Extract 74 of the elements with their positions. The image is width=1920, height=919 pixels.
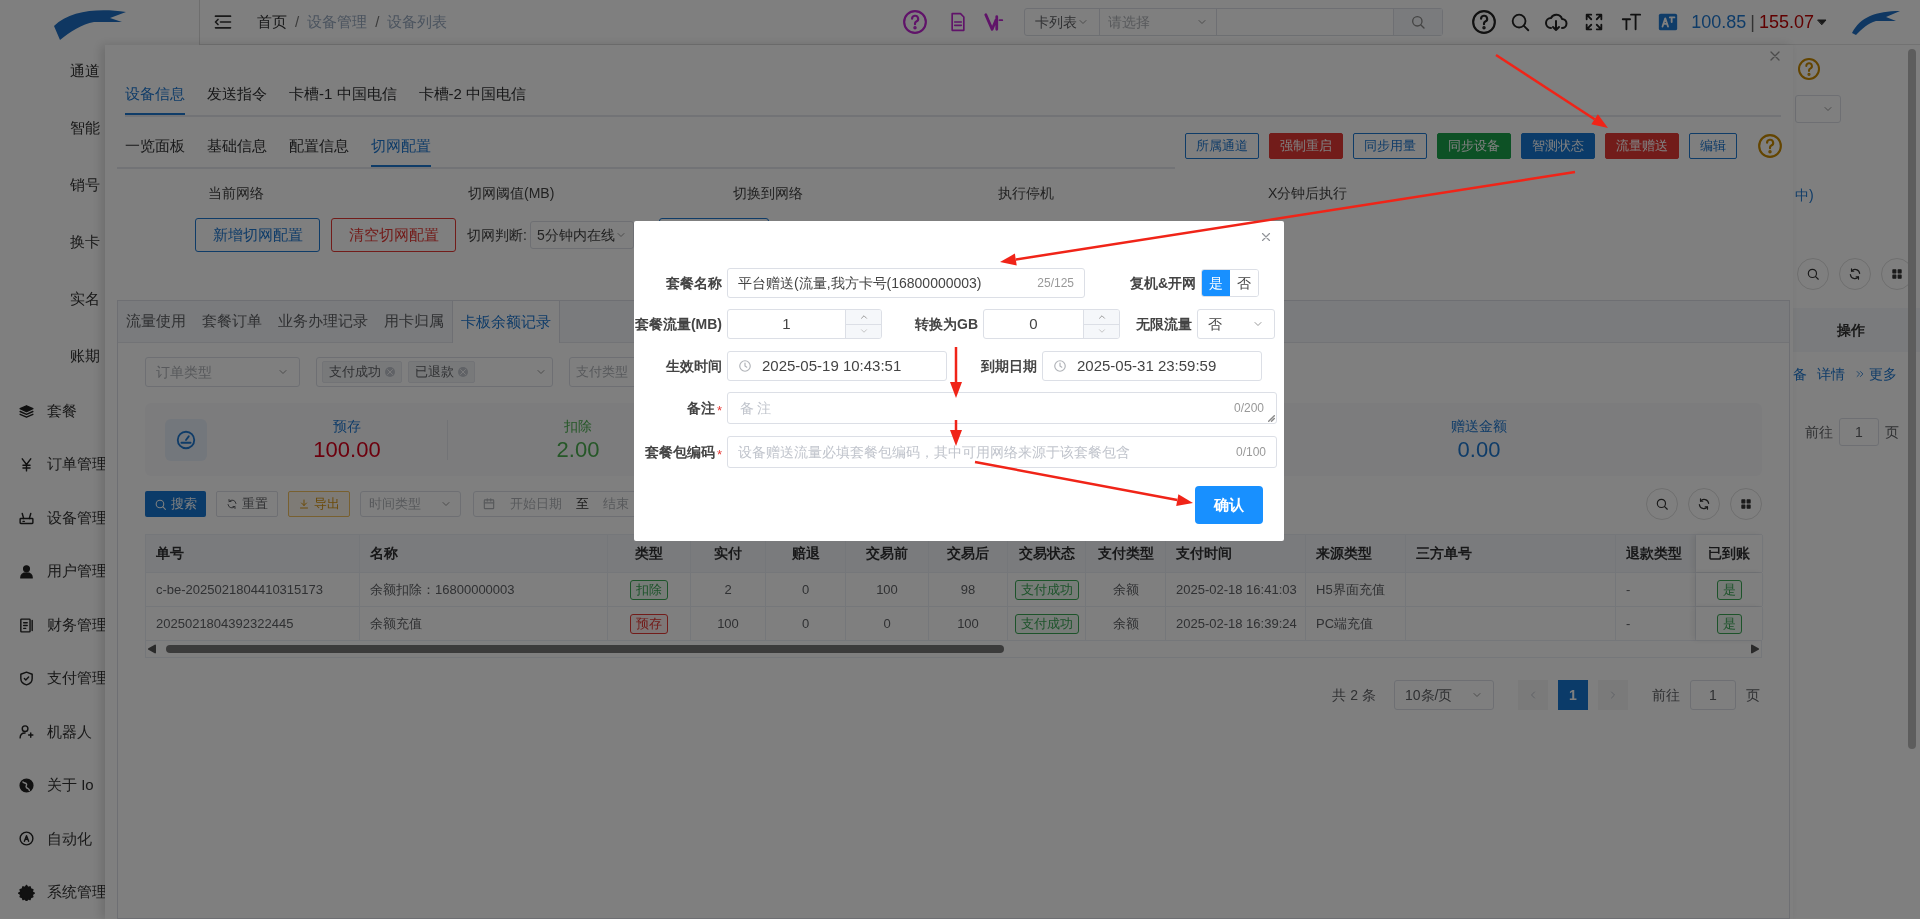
- page-unit: 页: [1885, 422, 1899, 442]
- table-cell-text: 98: [960, 580, 976, 599]
- table-cell-text: c-be-2025021804410315173: [156, 580, 323, 599]
- required-mark: *: [716, 445, 722, 464]
- field-label: 转换为GB: [915, 314, 978, 334]
- table-cell-text: H5界面充值: [1316, 580, 1385, 599]
- column-label: X分钟后执行: [1268, 185, 1348, 201]
- column-header: 交易状态: [1018, 544, 1075, 563]
- column-header: 单号: [156, 544, 184, 563]
- goto-label: 前往: [1652, 685, 1680, 705]
- table-cell-text: 100: [717, 614, 739, 633]
- column-header: 交易前: [866, 544, 908, 563]
- field-label: 到期日期: [981, 356, 1037, 376]
- breadcrumb-separator: /: [375, 11, 380, 32]
- stat-value: 0.00: [1457, 437, 1501, 463]
- stat-label: 赠送金额: [1451, 417, 1507, 436]
- table-cell-text: 100: [876, 580, 898, 599]
- status-tag: 扣除: [630, 579, 668, 600]
- field-label: 备注: [686, 398, 715, 418]
- breadcrumb-separator: /: [295, 11, 300, 32]
- field-label: 无限流量: [1136, 314, 1192, 334]
- field-label: 套餐包编码: [644, 442, 715, 462]
- stat-label: 预存: [333, 417, 361, 436]
- column-header: 类型: [635, 544, 663, 563]
- column-label: 当前网络: [208, 185, 264, 201]
- page-unit: 页: [1746, 685, 1760, 705]
- table-cell-text: 余额: [1112, 614, 1139, 633]
- table-cell-text: -: [1626, 580, 1631, 599]
- column-label: 切网阈值(MB): [468, 185, 555, 201]
- status-tag: 支付成功: [1014, 613, 1079, 634]
- field-label: 复机&开网: [1129, 273, 1196, 293]
- required-mark: *: [716, 401, 722, 420]
- table-cell-text: 余额扣除：16800000003: [370, 580, 515, 599]
- table-cell-text: 0: [801, 580, 810, 599]
- table-cell-text: 余额充值: [370, 614, 422, 633]
- column-header: 已到账: [1708, 544, 1750, 563]
- column-header: 交易后: [947, 544, 989, 563]
- column-label: 执行停机: [998, 185, 1054, 201]
- field-label: 套餐名称: [666, 273, 722, 293]
- goto-label: 前往: [1805, 422, 1833, 442]
- column-header: 退款类型: [1626, 544, 1682, 563]
- table-cell-text: 0: [801, 614, 810, 633]
- table-cell-text: -: [1626, 614, 1631, 633]
- column-header: 操作: [1837, 320, 1865, 340]
- table-cell-text: 余额: [1112, 580, 1139, 599]
- stat-label: 扣除: [564, 417, 592, 436]
- balance-value: 100.85: [1691, 10, 1747, 34]
- status-tag: 预存: [630, 613, 668, 634]
- table-cell-text: 2: [724, 580, 732, 599]
- column-header: 三方单号: [1416, 544, 1472, 563]
- table-cell-text: 0: [883, 614, 891, 633]
- table-cell-text: PC端充值: [1316, 614, 1374, 633]
- status-tag: 支付成功: [1014, 579, 1079, 600]
- status-tag: 是: [1716, 579, 1742, 600]
- balance-separator: |: [1750, 10, 1755, 34]
- column-header: 支付类型: [1097, 544, 1154, 563]
- column-label: 切换到网络: [733, 185, 803, 201]
- total-count: 共 2 条: [1332, 685, 1376, 705]
- column-header: 来源类型: [1316, 544, 1372, 563]
- stat-value: 2.00: [556, 437, 600, 463]
- status-tag: 是: [1716, 613, 1742, 634]
- table-cell-text: 100: [957, 614, 979, 633]
- column-header: 名称: [370, 544, 398, 563]
- field-label: 生效时间: [666, 356, 722, 376]
- field-label: 切网判断:: [467, 225, 527, 245]
- column-header: 支付时间: [1176, 544, 1232, 563]
- balance-value: 155.07: [1758, 10, 1814, 34]
- column-header: 实付: [714, 544, 742, 563]
- stat-value: 100.00: [313, 437, 381, 463]
- field-label: 套餐流量(MB): [634, 314, 722, 334]
- table-cell-text: 2025-02-18 16:39:24: [1176, 614, 1297, 633]
- column-header: 赔退: [791, 544, 820, 563]
- table-cell-text: 2025021804392322445: [156, 614, 294, 633]
- table-cell-text: 2025-02-18 16:41:03: [1176, 580, 1297, 599]
